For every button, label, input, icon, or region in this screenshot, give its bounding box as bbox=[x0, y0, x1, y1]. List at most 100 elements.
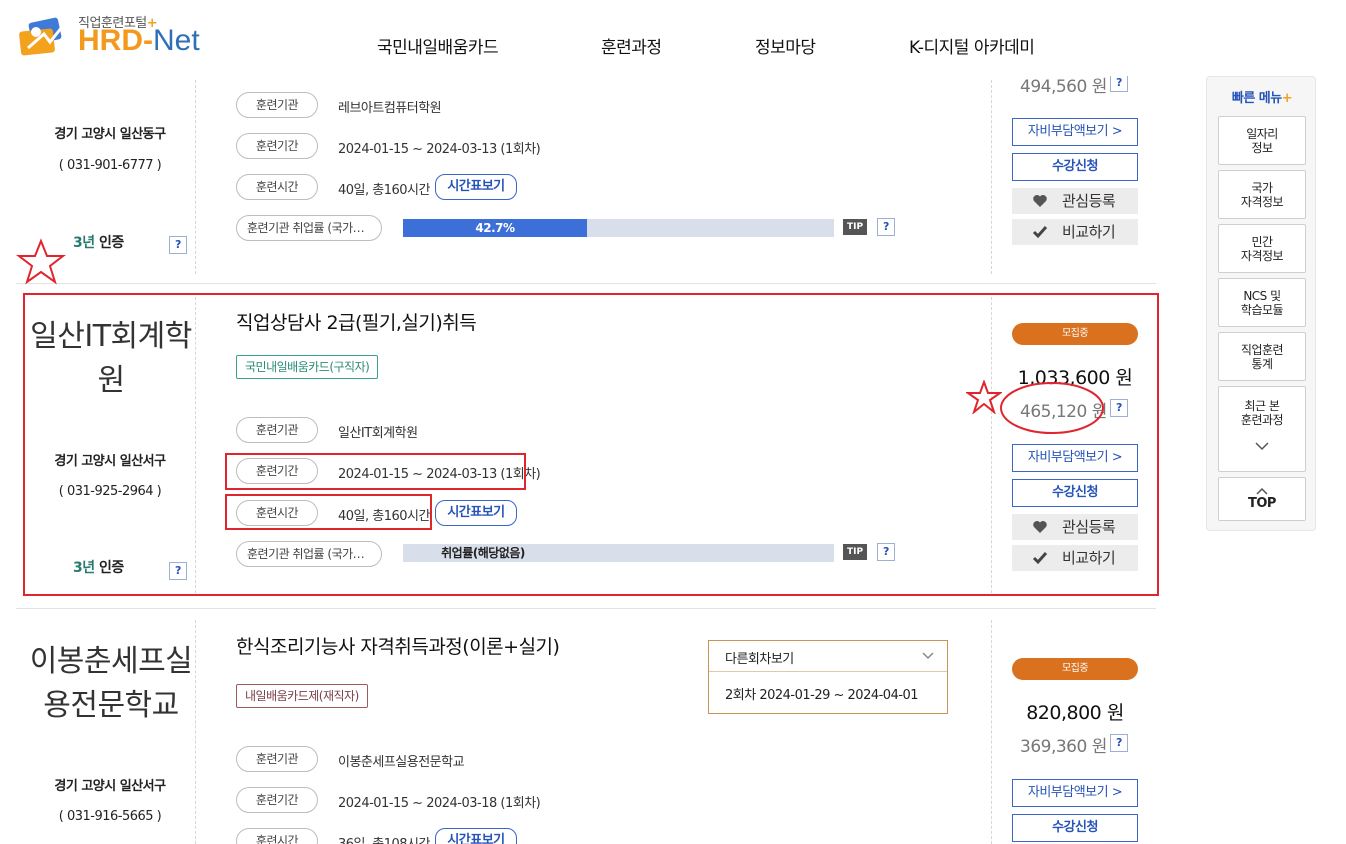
label-period: 훈련기간 bbox=[236, 133, 318, 159]
hours-value: 40일, 총160시간 bbox=[338, 183, 430, 198]
check-icon bbox=[1032, 226, 1048, 239]
other-round-dropdown[interactable]: 다른회차보기 2회차 2024-01-29 ~ 2024-04-01 bbox=[708, 640, 948, 714]
employment-bar-label: 취업률(해당없음) bbox=[441, 546, 525, 560]
quick-menu-statistics[interactable]: 직업훈련 통계 bbox=[1218, 332, 1306, 381]
cert-badge: 3년 인증 bbox=[73, 235, 124, 251]
compare-button[interactable]: 비교하기 bbox=[1012, 219, 1138, 245]
chevron-down-icon bbox=[922, 652, 934, 660]
logo-title: HRD-Net bbox=[78, 24, 200, 57]
quick-menu-national-cert[interactable]: 국가 자격정보 bbox=[1218, 170, 1306, 219]
org-address: 경기 고양시 일산서구 bbox=[54, 454, 166, 469]
label-period: 훈련기간 bbox=[236, 787, 318, 813]
org-address: 경기 고양시 일산서구 bbox=[54, 779, 166, 794]
quick-menu-jobs[interactable]: 일자리 정보 bbox=[1218, 116, 1306, 165]
self-pay-button[interactable]: 자비부담액보기 > bbox=[1012, 444, 1138, 472]
tip-badge[interactable]: TIP bbox=[843, 544, 867, 560]
other-round-label: 다른회차보기 bbox=[725, 652, 794, 667]
recruiting-badge: 모집중 bbox=[1012, 323, 1138, 345]
price-help-button[interactable]: ? bbox=[1110, 74, 1128, 92]
org-phone: ( 031-916-5665 ) bbox=[58, 809, 162, 824]
recruiting-badge: 모집중 bbox=[1012, 658, 1138, 680]
cert-help-button[interactable]: ? bbox=[169, 562, 187, 580]
period-value: 2024-01-15 ~ 2024-03-13 (1회차) bbox=[338, 467, 541, 482]
price-help-button[interactable]: ? bbox=[1110, 399, 1128, 417]
org-name[interactable]: 이봉춘세프실용전문학교 bbox=[26, 640, 196, 728]
site-header: 직업훈련포털+ HRD-Net 국민내일배움카드 훈련과정 정보마당 K-디지털… bbox=[0, 0, 1346, 76]
period-value: 2024-01-15 ~ 2024-03-18 (1회차) bbox=[338, 796, 541, 811]
institution-value: 이봉춘세프실용전문학교 bbox=[338, 755, 465, 770]
timetable-button[interactable]: 시간표보기 bbox=[435, 174, 517, 200]
other-round-option[interactable]: 2회차 2024-01-29 ~ 2024-04-01 bbox=[725, 684, 919, 703]
apply-button[interactable]: 수강신청 bbox=[1012, 479, 1138, 507]
employment-bar: 42.7% bbox=[403, 219, 834, 237]
period-value: 2024-01-15 ~ 2024-03-13 (1회차) bbox=[338, 142, 541, 157]
cert-help-button[interactable]: ? bbox=[169, 236, 187, 254]
star-annotation-icon bbox=[16, 238, 66, 285]
scroll-top-button[interactable]: TOP bbox=[1218, 477, 1306, 521]
employment-bar-label: 42.7% bbox=[475, 221, 515, 235]
quick-menu: 빠른 메뉴+ 일자리 정보 국가 자격정보 민간 자격정보 NCS 및 학습모듈… bbox=[1206, 76, 1316, 531]
org-phone: ( 031-901-6777 ) bbox=[58, 158, 162, 173]
label-hours: 훈련시간 bbox=[236, 500, 318, 526]
hours-value: 40일, 총160시간 bbox=[338, 509, 430, 524]
timetable-button[interactable]: 시간표보기 bbox=[435, 500, 517, 526]
hrd-net-logo[interactable]: 직업훈련포털+ HRD-Net bbox=[16, 10, 216, 60]
label-institution: 훈련기관 bbox=[236, 746, 318, 772]
circle-annotation-icon bbox=[1000, 382, 1104, 434]
hours-value: 36일, 총108시간 bbox=[338, 833, 430, 844]
card-separator bbox=[16, 283, 1156, 284]
nav-item-kdigital[interactable]: K-디지털 아카데미 bbox=[909, 33, 1035, 58]
org-address: 경기 고양시 일산동구 bbox=[54, 127, 166, 142]
label-period: 훈련기간 bbox=[236, 458, 318, 484]
label-employment: 훈련기관 취업률 (국가… bbox=[236, 215, 382, 241]
nav-item-courses[interactable]: 훈련과정 bbox=[601, 33, 662, 58]
institution-value: 레브아트컴퓨터학원 bbox=[338, 101, 442, 116]
nav-item-card[interactable]: 국민내일배움카드 bbox=[377, 33, 499, 58]
interest-button[interactable]: 관심등록 bbox=[1012, 188, 1138, 214]
course-title[interactable]: 한식조리기능사 자격취득과정(이론+실기) bbox=[236, 632, 560, 659]
quick-menu-title: 빠른 메뉴+ bbox=[1231, 91, 1293, 106]
employment-bar: 취업률(해당없음) bbox=[403, 544, 834, 562]
course-tag: 국민내일배움카드(구직자) bbox=[236, 355, 379, 379]
tip-badge[interactable]: TIP bbox=[843, 219, 867, 235]
compare-button[interactable]: 비교하기 bbox=[1012, 545, 1138, 571]
employment-help-button[interactable]: ? bbox=[877, 543, 895, 561]
divider bbox=[991, 80, 992, 274]
quick-menu-ncs[interactable]: NCS 및 학습모듈 bbox=[1218, 278, 1306, 327]
institution-value: 일산IT회계학원 bbox=[338, 426, 418, 441]
course-title[interactable]: 직업상담사 2급(필기,실기)취득 bbox=[236, 308, 477, 335]
logo-icon bbox=[19, 17, 68, 56]
label-employment: 훈련기관 취업률 (국가… bbox=[236, 541, 382, 567]
divider bbox=[991, 620, 992, 844]
self-price: 369,360 원 bbox=[1020, 737, 1107, 757]
card-separator bbox=[16, 608, 1156, 609]
heart-icon bbox=[1033, 521, 1047, 533]
interest-button[interactable]: 관심등록 bbox=[1012, 514, 1138, 540]
price-help-button[interactable]: ? bbox=[1110, 734, 1128, 752]
course-tag: 내일배움카드제(재직자) bbox=[236, 684, 368, 708]
label-hours: 훈련시간 bbox=[236, 174, 318, 200]
apply-button[interactable]: 수강신청 bbox=[1012, 814, 1138, 842]
dropdown-divider bbox=[709, 671, 947, 672]
self-pay-button[interactable]: 자비부담액보기 > bbox=[1012, 118, 1138, 146]
course-price: 820,800 원 bbox=[1026, 702, 1124, 724]
chevron-down-icon bbox=[1255, 442, 1269, 451]
chevron-up-icon bbox=[1256, 487, 1268, 495]
timetable-button[interactable]: 시간표보기 bbox=[435, 828, 517, 844]
label-institution: 훈련기관 bbox=[236, 92, 318, 118]
label-institution: 훈련기관 bbox=[236, 417, 318, 443]
recent-label: 최근 본 훈련과정 bbox=[1240, 399, 1284, 427]
employment-help-button[interactable]: ? bbox=[877, 218, 895, 236]
check-icon bbox=[1032, 552, 1048, 565]
label-hours: 훈련시간 bbox=[236, 828, 318, 844]
self-pay-button[interactable]: 자비부담액보기 > bbox=[1012, 779, 1138, 807]
quick-menu-recent[interactable]: 최근 본 훈련과정 bbox=[1218, 386, 1306, 472]
nav-item-info[interactable]: 정보마당 bbox=[755, 33, 816, 58]
org-phone: ( 031-925-2964 ) bbox=[58, 484, 162, 499]
divider bbox=[991, 297, 992, 593]
divider bbox=[195, 80, 196, 274]
apply-button[interactable]: 수강신청 bbox=[1012, 153, 1138, 181]
quick-menu-private-cert[interactable]: 민간 자격정보 bbox=[1218, 224, 1306, 273]
org-name[interactable]: 일산IT회계학원 bbox=[26, 315, 196, 403]
cert-badge: 3년 인증 bbox=[73, 560, 124, 576]
